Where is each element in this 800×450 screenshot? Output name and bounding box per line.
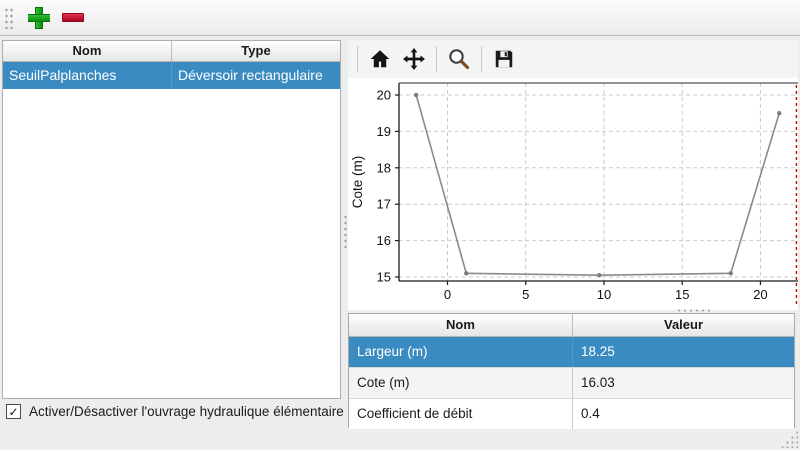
- toolbar-separator: [357, 46, 358, 72]
- plus-icon: [28, 7, 50, 29]
- structures-table-header: Nom Type: [3, 41, 340, 62]
- pan-icon[interactable]: [400, 45, 428, 73]
- structure-name-cell[interactable]: SeuilPalplanches: [3, 62, 172, 89]
- svg-text:Cote (m): Cote (m): [350, 156, 365, 209]
- svg-text:5: 5: [522, 287, 529, 302]
- property-name-cell[interactable]: Largeur (m): [349, 337, 573, 367]
- add-structure-button[interactable]: [26, 5, 52, 31]
- svg-text:19: 19: [377, 124, 391, 139]
- activate-checkbox-row: ✓ Activer/Désactiver l'ouvrage hydrauliq…: [6, 404, 344, 419]
- svg-text:17: 17: [377, 197, 391, 212]
- column-header-nom[interactable]: Nom: [349, 314, 573, 336]
- cross-section-figure: 0 5 10 15 20 15 16 17 18 19 20 Cote (m): [348, 78, 798, 310]
- remove-structure-button[interactable]: [60, 5, 86, 31]
- activate-checkbox[interactable]: ✓: [6, 404, 21, 419]
- table-row[interactable]: Cote (m) 16.03: [349, 368, 794, 399]
- structures-table: Nom Type SeuilPalplanches Déversoir rect…: [2, 40, 341, 399]
- property-value-cell[interactable]: 0.4: [573, 399, 794, 429]
- svg-text:10: 10: [597, 287, 611, 302]
- svg-text:20: 20: [377, 88, 391, 103]
- app-window: Nom Type SeuilPalplanches Déversoir rect…: [0, 0, 800, 450]
- svg-text:20: 20: [753, 287, 767, 302]
- toolbar-separator: [436, 46, 437, 72]
- plot-toolbar: [348, 40, 798, 78]
- zoom-icon[interactable]: [445, 45, 473, 73]
- svg-text:15: 15: [675, 287, 689, 302]
- table-row[interactable]: SeuilPalplanches Déversoir rectangulaire: [3, 62, 340, 89]
- svg-text:16: 16: [377, 233, 391, 248]
- cross-section-chart[interactable]: 0 5 10 15 20 15 16 17 18 19 20 Cote (m): [348, 78, 798, 310]
- window-resize-grip[interactable]: [780, 430, 798, 448]
- toolbar-separator: [481, 46, 482, 72]
- svg-text:15: 15: [377, 269, 391, 284]
- column-header-nom[interactable]: Nom: [3, 41, 172, 61]
- structure-type-cell[interactable]: Déversoir rectangulaire: [172, 62, 340, 89]
- property-name-cell[interactable]: Cote (m): [349, 368, 573, 398]
- check-icon: ✓: [8, 405, 18, 419]
- property-name-cell[interactable]: Coefficient de débit: [349, 399, 573, 429]
- properties-table-header: Nom Valeur: [349, 314, 794, 337]
- column-header-type[interactable]: Type: [172, 41, 340, 61]
- svg-text:18: 18: [377, 160, 391, 175]
- toolbar-drag-handle[interactable]: [4, 7, 14, 29]
- save-icon[interactable]: [490, 45, 518, 73]
- table-row[interactable]: Coefficient de débit 0.4: [349, 399, 794, 429]
- property-value-cell[interactable]: 18.25: [573, 337, 794, 367]
- home-icon[interactable]: [366, 45, 394, 73]
- activate-checkbox-label: Activer/Désactiver l'ouvrage hydraulique…: [29, 404, 344, 419]
- properties-table: Nom Valeur Largeur (m) 18.25 Cote (m) 16…: [348, 313, 795, 428]
- minus-icon: [62, 13, 84, 22]
- main-toolbar: [0, 0, 800, 36]
- svg-text:0: 0: [444, 287, 451, 302]
- property-value-cell[interactable]: 16.03: [573, 368, 794, 398]
- table-row[interactable]: Largeur (m) 18.25: [349, 337, 794, 368]
- column-header-valeur[interactable]: Valeur: [573, 314, 794, 336]
